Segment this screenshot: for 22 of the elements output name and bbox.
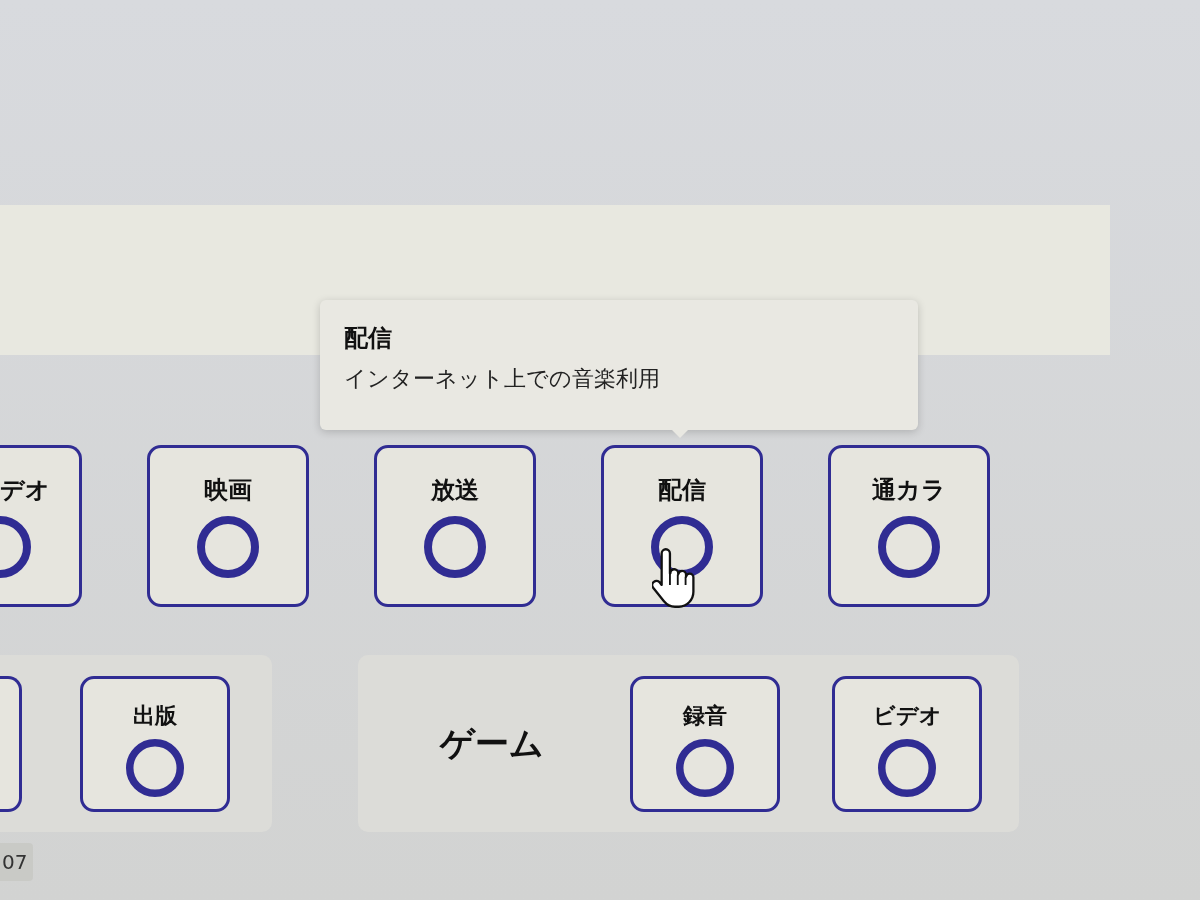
ring-icon	[126, 738, 184, 797]
option-tile[interactable]	[0, 675, 22, 812]
option-tile[interactable]: 配信	[601, 445, 763, 607]
option-tile[interactable]: 出版	[80, 675, 230, 812]
ring-icon	[878, 738, 936, 797]
ring-icon	[197, 516, 259, 578]
corner-tag: 07	[0, 843, 34, 881]
ring-icon	[0, 516, 31, 578]
option-tile[interactable]: 通カラ	[828, 445, 990, 607]
option-tile[interactable]: 録音	[630, 675, 780, 812]
option-tile[interactable]: ビデオ	[832, 675, 982, 812]
ring-icon	[651, 516, 713, 578]
tooltip-description: インターネット上での音楽利用	[344, 365, 660, 393]
tooltip-title: 配信	[344, 323, 392, 354]
option-tile[interactable]: デオ	[0, 445, 82, 607]
ring-icon	[424, 516, 486, 578]
category-title: ゲーム	[440, 721, 544, 765]
ring-icon	[676, 738, 734, 797]
option-tile[interactable]: 映画	[147, 445, 309, 607]
hand-cursor-icon	[652, 548, 698, 608]
option-tile[interactable]: 放送	[374, 445, 536, 607]
ring-icon	[878, 516, 940, 578]
